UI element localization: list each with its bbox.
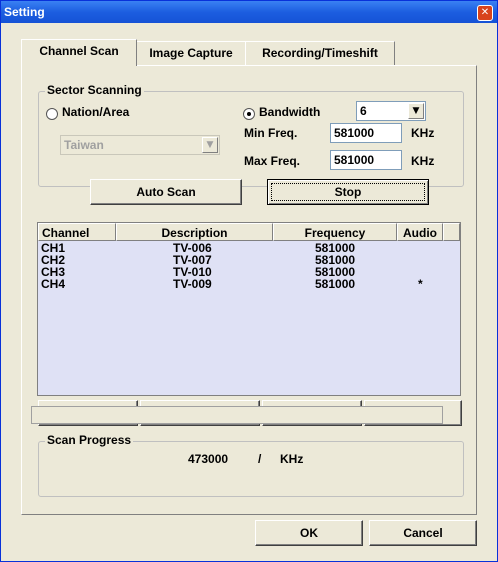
column-header-audio[interactable]: Audio (397, 223, 443, 241)
chevron-down-icon[interactable]: ▼ (408, 103, 424, 119)
max-freq-unit: KHz (411, 154, 435, 168)
max-freq-label: Max Freq. (244, 154, 301, 168)
channel-list[interactable]: Channel Description Frequency Audio CH1 … (37, 222, 461, 396)
min-freq-input[interactable]: 581000 (330, 123, 402, 143)
nation-area-select: Taiwan ▼ (60, 135, 220, 155)
scan-progress-separator: / (258, 452, 262, 466)
cancel-button[interactable]: Cancel (369, 520, 477, 546)
cell-description: TV-009 (173, 277, 212, 291)
focus-rect (271, 183, 425, 201)
max-freq-input[interactable]: 581000 (330, 150, 402, 170)
close-icon[interactable]: ✕ (477, 5, 493, 21)
title-bar[interactable]: Setting ✕ (1, 1, 497, 23)
tab-recording-timeshift[interactable]: Recording/Timeshift (245, 41, 395, 65)
bandwidth-radio[interactable] (243, 108, 255, 120)
cell-channel: CH4 (41, 277, 66, 291)
table-row[interactable]: CH3 TV-010 581000 (38, 266, 460, 278)
cell-audio: * (418, 277, 423, 291)
column-header-description[interactable]: Description (116, 223, 273, 241)
scan-progress-bar (31, 406, 443, 424)
bandwidth-label: Bandwidth (259, 105, 321, 119)
table-row[interactable]: CH2 TV-007 581000 (38, 254, 460, 266)
scan-progress-group: Scan Progress (38, 433, 464, 497)
tab-image-capture[interactable]: Image Capture (135, 41, 247, 65)
bandwidth-select[interactable]: 6 ▼ (356, 101, 426, 121)
scan-progress-unit: KHz (280, 452, 304, 466)
cell-frequency: 581000 (315, 277, 356, 291)
nation-area-value: Taiwan (64, 138, 104, 152)
column-header-filler (443, 223, 460, 241)
column-header-frequency[interactable]: Frequency (273, 223, 397, 241)
min-freq-label: Min Freq. (244, 126, 298, 140)
stop-button[interactable]: Stop (267, 179, 429, 205)
scan-progress-legend: Scan Progress (45, 433, 134, 447)
channel-scan-panel: Sector Scanning Nation/Area Bandwidth 6 … (21, 65, 477, 515)
table-row[interactable]: CH4 TV-009 581000 * (38, 278, 460, 290)
nation-area-label: Nation/Area (62, 105, 130, 119)
chevron-down-icon: ▼ (202, 137, 218, 153)
bandwidth-value: 6 (360, 104, 367, 118)
table-row[interactable]: CH1 TV-006 581000 (38, 242, 460, 254)
sector-scanning-legend: Sector Scanning (45, 83, 144, 97)
tab-channel-scan[interactable]: Channel Scan (21, 39, 137, 66)
list-header: Channel Description Frequency Audio (38, 223, 460, 241)
auto-scan-button[interactable]: Auto Scan (90, 179, 242, 205)
nation-area-radio[interactable] (46, 108, 58, 120)
ok-button[interactable]: OK (255, 520, 363, 546)
window-title: Setting (4, 5, 45, 19)
setting-dialog: Setting ✕ Channel Scan Image Capture Rec… (0, 0, 498, 562)
scan-progress-current: 473000 (188, 452, 229, 466)
min-freq-unit: KHz (411, 126, 435, 140)
column-header-channel[interactable]: Channel (38, 223, 116, 241)
